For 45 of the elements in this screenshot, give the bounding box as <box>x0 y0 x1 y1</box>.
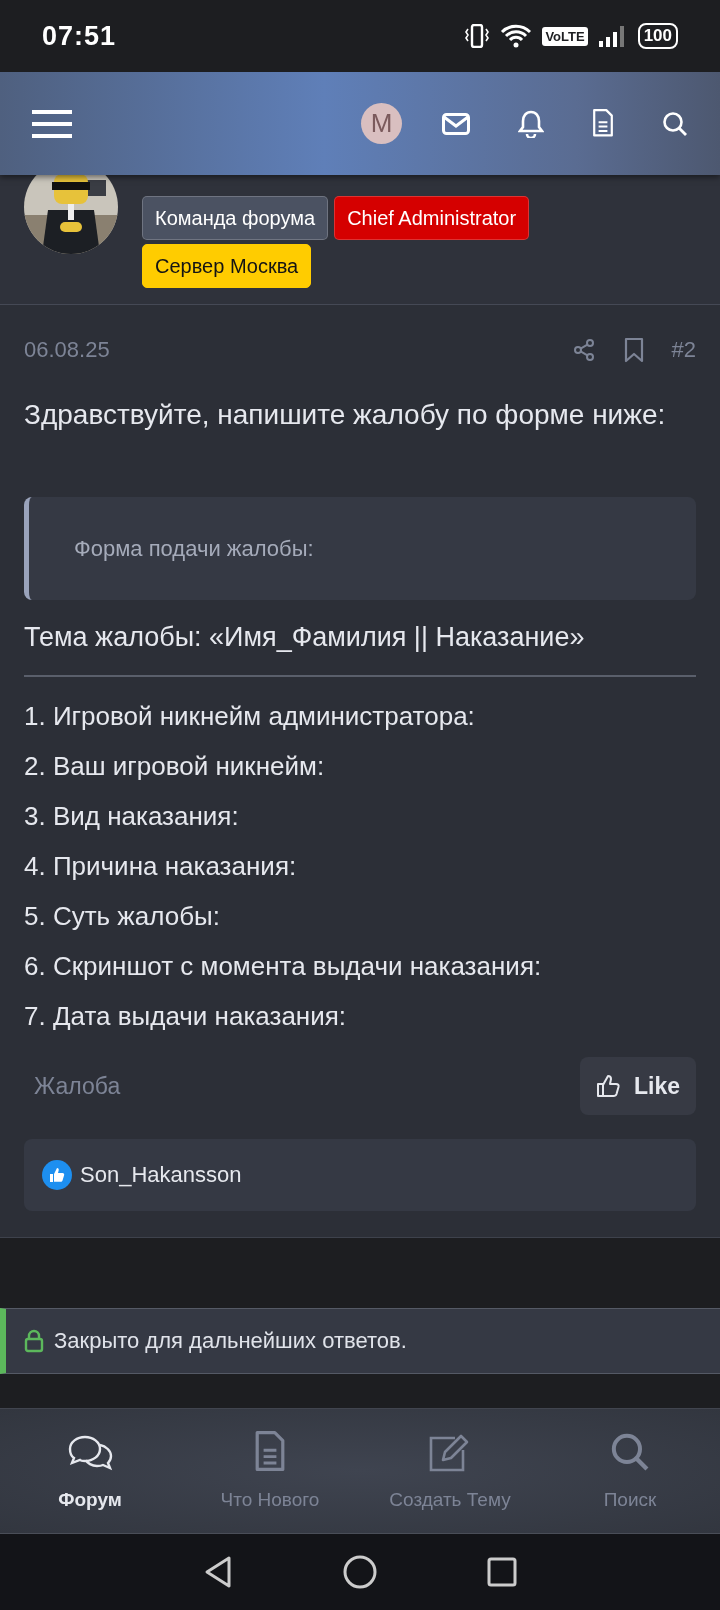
document-icon <box>254 1431 286 1473</box>
subject-line: Тема жалобы: «Имя_Фамилия || Наказание» <box>24 622 696 677</box>
bookmark-icon[interactable] <box>623 337 644 363</box>
like-button[interactable]: Like <box>579 1057 696 1115</box>
form-line: 2. Ваш игровой никнейм: <box>24 750 326 783</box>
network-label: VoLTE <box>542 26 588 46</box>
battery-level: 100 <box>637 23 678 49</box>
lock-icon <box>24 1329 44 1353</box>
liked-by-user[interactable]: Son_Hakansson <box>80 1162 242 1188</box>
user-badge: Команда форума <box>142 196 329 240</box>
nav-tab[interactable]: Что Нового <box>180 1409 360 1533</box>
thumbs-up-icon <box>595 1074 620 1098</box>
nav-tab[interactable]: Создать Тему <box>360 1409 540 1533</box>
wifi-icon <box>500 24 533 48</box>
home-icon[interactable] <box>343 1555 377 1589</box>
speech-bubbles-icon <box>66 1433 114 1471</box>
form-line: 4. Причина наказания: <box>24 850 298 883</box>
envelope-icon[interactable] <box>442 112 470 135</box>
clock-time: 07:51 <box>42 20 117 52</box>
closed-text: Закрыто для дальнейших ответов. <box>54 1328 407 1354</box>
post-number[interactable]: #2 <box>671 337 696 363</box>
nav-tab[interactable]: Поиск <box>540 1409 720 1533</box>
user-badge: Сервер Москва <box>142 244 312 288</box>
recents-icon[interactable] <box>487 1557 517 1587</box>
vibrate-icon <box>464 24 491 48</box>
share-icon[interactable] <box>571 338 596 362</box>
form-line: 7. Дата выдачи наказания: <box>24 1000 348 1033</box>
menu-icon[interactable] <box>32 108 72 139</box>
like-reaction-icon <box>42 1160 72 1190</box>
greeting-text: Здравствуйте, напишите жалобу по форме ниже: <box>24 399 667 431</box>
form-line: 6. Скриншот с момента выдачи наказания: <box>24 950 543 983</box>
nav-tab[interactable]: Форум <box>0 1409 180 1533</box>
form-line: 3. Вид наказания: <box>24 800 240 833</box>
bell-icon[interactable] <box>518 109 544 138</box>
user-avatar[interactable]: M <box>361 103 402 144</box>
back-icon[interactable] <box>203 1555 233 1589</box>
document-icon[interactable] <box>592 109 614 138</box>
quote-block: Форма подачи жалобы: <box>24 497 696 600</box>
user-badge: Chief Administrator <box>334 196 530 240</box>
form-line: 5. Суть жалобы: <box>24 900 221 933</box>
form-line: 1. Игровой никнейм администратора: <box>24 700 476 733</box>
post-date: 06.08.25 <box>24 337 111 363</box>
search-icon[interactable] <box>662 110 688 137</box>
report-link[interactable]: Жалоба <box>34 1072 121 1100</box>
search-icon <box>610 1432 650 1472</box>
